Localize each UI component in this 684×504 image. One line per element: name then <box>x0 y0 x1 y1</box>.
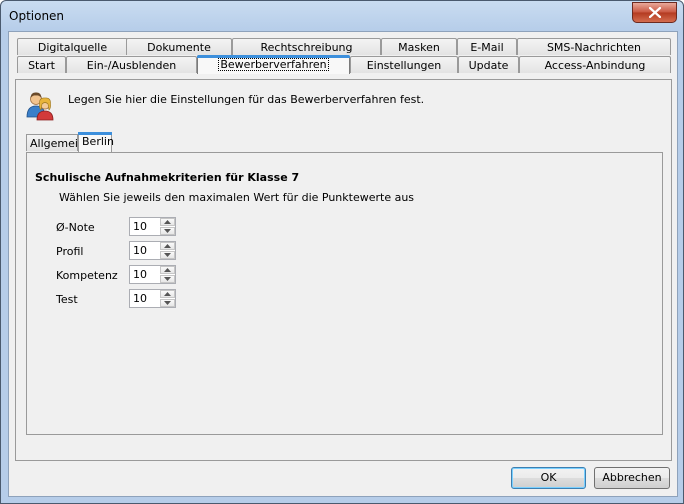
tab-label: Ein-/Ausblenden <box>86 59 177 72</box>
test-spinner-down[interactable] <box>160 299 175 307</box>
arrow-down-icon <box>164 277 171 281</box>
profil-value[interactable]: 10 <box>133 244 147 257</box>
inner-tab-berlin[interactable]: Berlin <box>78 132 114 152</box>
close-button[interactable] <box>632 2 677 23</box>
close-icon <box>648 7 661 18</box>
field-label-kompetenz: Kompetenz <box>56 269 118 282</box>
inner-tab-label: Berlin <box>82 135 114 148</box>
tab-bewerberverfahren[interactable]: Bewerberverfahren <box>197 55 350 74</box>
tab-label: Rechtschreibung <box>260 41 353 54</box>
arrow-up-icon <box>164 292 171 296</box>
arrow-down-icon <box>164 301 171 305</box>
arrow-up-icon <box>164 220 171 224</box>
tab-masken[interactable]: Masken <box>381 38 457 55</box>
tab-label: Einstellungen <box>366 59 442 72</box>
tab-label: Start <box>28 59 55 72</box>
tab-label: Digitalquelle <box>37 41 108 54</box>
kompetenz-value[interactable]: 10 <box>133 268 147 281</box>
field-label-note: Ø-Note <box>56 221 95 234</box>
options-dialog: Optionen Digitalquelle Dokumente Rechtsc… <box>0 0 684 504</box>
window-title: Optionen <box>9 9 65 23</box>
tab-dokumente[interactable]: Dokumente <box>126 38 232 55</box>
note-value[interactable]: 10 <box>133 220 147 233</box>
section-description: Wählen Sie jeweils den maximalen Wert fü… <box>59 191 415 204</box>
kompetenz-spinner[interactable]: 10 <box>129 265 176 284</box>
header-description: Legen Sie hier die Einstellungen für das… <box>68 93 425 106</box>
dialog-client-area: Digitalquelle Dokumente Rechtschreibung … <box>8 31 678 497</box>
profil-spinner-up[interactable] <box>160 242 175 250</box>
test-spinner-up[interactable] <box>160 290 175 298</box>
inner-tab-label: Allgemein <box>30 137 85 150</box>
tab-label: Access-Anbindung <box>544 59 646 72</box>
arrow-up-icon <box>164 268 171 272</box>
note-spinner-down[interactable] <box>160 227 175 235</box>
section-title: Schulische Aufnahmekriterien für Klasse … <box>35 171 300 184</box>
test-value[interactable]: 10 <box>133 292 147 305</box>
tab-einstellungen[interactable]: Einstellungen <box>350 56 458 73</box>
kompetenz-spinner-up[interactable] <box>160 266 175 274</box>
title-bar[interactable]: Optionen <box>1 1 683 31</box>
tab-label: Dokumente <box>147 41 211 54</box>
tab-page-bewerberverfahren: Legen Sie hier die Einstellungen für das… <box>15 79 672 461</box>
field-label-profil: Profil <box>56 245 84 258</box>
tab-label: E-Mail <box>470 41 504 54</box>
field-label-test: Test <box>56 293 78 306</box>
tab-update[interactable]: Update <box>458 56 519 73</box>
tab-sms-nachrichten[interactable]: SMS-Nachrichten <box>517 38 671 55</box>
tab-digitalquelle[interactable]: Digitalquelle <box>17 38 128 55</box>
tab-label: Masken <box>398 41 440 54</box>
profil-spinner[interactable]: 10 <box>129 241 176 260</box>
tab-label: Bewerberverfahren <box>218 58 329 71</box>
tab-start[interactable]: Start <box>17 56 66 73</box>
tab-label: Update <box>468 59 509 72</box>
tab-access-anbindung[interactable]: Access-Anbindung <box>519 56 671 73</box>
note-spinner-up[interactable] <box>160 218 175 226</box>
tab-rechtschreibung[interactable]: Rechtschreibung <box>232 38 381 55</box>
tab-email[interactable]: E-Mail <box>457 38 517 55</box>
arrow-down-icon <box>164 253 171 257</box>
kompetenz-spinner-down[interactable] <box>160 275 175 283</box>
test-spinner[interactable]: 10 <box>129 289 176 308</box>
note-spinner[interactable]: 10 <box>129 217 176 236</box>
users-icon <box>26 92 54 121</box>
tab-label: SMS-Nachrichten <box>546 41 642 54</box>
inner-tab-page-berlin: Schulische Aufnahmekriterien für Klasse … <box>26 152 663 435</box>
profil-spinner-down[interactable] <box>160 251 175 259</box>
inner-tab-allgemein[interactable]: Allgemein <box>26 134 85 151</box>
arrow-up-icon <box>164 244 171 248</box>
tab-ein-ausblenden[interactable]: Ein-/Ausblenden <box>66 56 197 73</box>
ok-button[interactable]: OK <box>511 467 586 489</box>
arrow-down-icon <box>164 229 171 233</box>
cancel-button[interactable]: Abbrechen <box>594 467 670 489</box>
